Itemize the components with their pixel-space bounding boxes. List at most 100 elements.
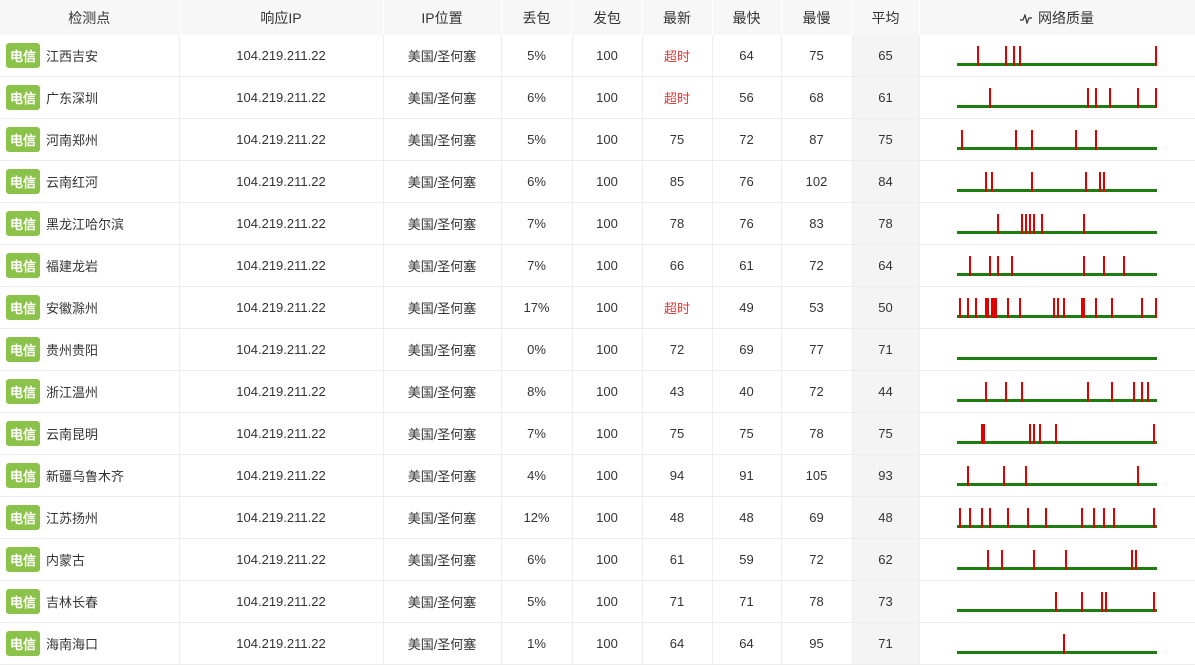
sent-cell: 100 xyxy=(572,328,643,371)
loss-spike xyxy=(987,549,989,570)
table-header-row: 检测点 响应IP IP位置 丢包 发包 最新 最快 最慢 平均 网络质量 xyxy=(0,0,1195,35)
avg-cell: 62 xyxy=(852,538,920,581)
loss-spike xyxy=(1063,297,1065,318)
header-slowest[interactable]: 最慢 xyxy=(781,0,853,35)
avg-cell: 65 xyxy=(852,35,920,77)
latest-cell: 61 xyxy=(642,538,713,581)
node-cell: 电信 河南郑州 xyxy=(0,118,180,161)
quality-baseline xyxy=(957,146,1157,150)
loss-spike xyxy=(1085,171,1087,192)
loss-spike xyxy=(1025,213,1027,234)
isp-badge: 电信 xyxy=(6,421,41,446)
header-quality[interactable]: 网络质量 xyxy=(919,0,1195,35)
latest-cell: 85 xyxy=(642,160,713,203)
quality-baseline xyxy=(957,272,1157,276)
node-cell: 电信 浙江温州 xyxy=(0,370,180,413)
loss-spike xyxy=(1095,87,1097,108)
slowest-cell: 75 xyxy=(781,35,853,77)
loss-spike xyxy=(1113,507,1115,528)
table-row[interactable]: 电信 广东深圳 104.219.211.22 美国/圣何塞 6% 100 超时 56 68 61 xyxy=(0,76,1195,119)
ip-cell: 104.219.211.22 xyxy=(179,35,384,77)
sent-cell: 100 xyxy=(572,118,643,161)
header-latest[interactable]: 最新 xyxy=(642,0,713,35)
table-row[interactable]: 电信 新疆乌鲁木齐 104.219.211.22 美国/圣何塞 4% 100 94 91 105… xyxy=(0,454,1195,497)
loss-spike xyxy=(997,255,999,276)
loss-spike xyxy=(1103,171,1105,192)
location-cell: 美国/圣何塞 xyxy=(383,118,502,161)
slowest-cell: 105 xyxy=(781,454,853,497)
loss-cell: 7% xyxy=(501,412,573,455)
table-row[interactable]: 电信 云南昆明 104.219.211.22 美国/圣何塞 7% 100 75 75 78 75 xyxy=(0,412,1195,455)
latest-cell: 72 xyxy=(642,328,713,371)
table-row[interactable]: 电信 黑龙江哈尔滨 104.219.211.22 美国/圣何塞 7% 100 78 76 83 7… xyxy=(0,202,1195,245)
latest-cell: 78 xyxy=(642,202,713,245)
latest-cell: 75 xyxy=(642,118,713,161)
table-row[interactable]: 电信 安徽滁州 104.219.211.22 美国/圣何塞 17% 100 超时 49 53 50 xyxy=(0,286,1195,329)
loss-cell: 8% xyxy=(501,370,573,413)
loss-spike xyxy=(959,297,961,318)
node-name: 安徽滁州 xyxy=(46,301,99,316)
loss-spike xyxy=(1081,297,1083,318)
node-cell: 电信 吉林长春 xyxy=(0,580,180,623)
table-row[interactable]: 电信 江苏扬州 104.219.211.22 美国/圣何塞 12% 100 48 48 69 48 xyxy=(0,496,1195,539)
ip-cell: 104.219.211.22 xyxy=(179,76,384,119)
ip-cell: 104.219.211.22 xyxy=(179,328,384,371)
header-location[interactable]: IP位置 xyxy=(383,0,502,35)
quality-cell xyxy=(919,118,1195,161)
avg-cell: 64 xyxy=(852,244,920,287)
header-avg[interactable]: 平均 xyxy=(852,0,920,35)
fastest-cell: 75 xyxy=(712,412,782,455)
loss-spike xyxy=(1005,381,1007,402)
header-fastest[interactable]: 最快 xyxy=(712,0,782,35)
quality-cell xyxy=(919,35,1195,77)
avg-cell: 75 xyxy=(852,412,920,455)
node-cell: 电信 安徽滁州 xyxy=(0,286,180,329)
loss-spike xyxy=(1095,129,1097,150)
quality-chart xyxy=(957,87,1157,108)
table-row[interactable]: 电信 云南红河 104.219.211.22 美国/圣何塞 6% 100 85 76 102 84 xyxy=(0,160,1195,203)
fastest-cell: 61 xyxy=(712,244,782,287)
loss-spike xyxy=(1019,45,1021,66)
header-loss[interactable]: 丢包 xyxy=(501,0,573,35)
node-name: 吉林长春 xyxy=(46,595,99,610)
loss-spike xyxy=(1007,507,1009,528)
avg-cell: 44 xyxy=(852,370,920,413)
node-name: 云南昆明 xyxy=(46,427,99,442)
avg-cell: 75 xyxy=(852,118,920,161)
loss-spike xyxy=(1029,423,1031,444)
loss-spike xyxy=(1057,297,1059,318)
quality-chart xyxy=(957,129,1157,150)
loss-spike xyxy=(991,171,993,192)
table-row[interactable]: 电信 福建龙岩 104.219.211.22 美国/圣何塞 7% 100 66 61 72 64 xyxy=(0,244,1195,287)
loss-spike xyxy=(1083,297,1085,318)
loss-spike xyxy=(1055,423,1057,444)
fastest-cell: 48 xyxy=(712,496,782,539)
quality-chart xyxy=(957,591,1157,612)
fastest-cell: 59 xyxy=(712,538,782,581)
isp-badge: 电信 xyxy=(6,85,41,110)
quality-cell xyxy=(919,244,1195,287)
isp-badge: 电信 xyxy=(6,379,41,404)
ip-cell: 104.219.211.22 xyxy=(179,244,384,287)
table-row[interactable]: 电信 河南郑州 104.219.211.22 美国/圣何塞 5% 100 75 72 87 75 xyxy=(0,118,1195,161)
table-row[interactable]: 电信 内蒙古 104.219.211.22 美国/圣何塞 6% 100 61 59 72 62 xyxy=(0,538,1195,581)
loss-spike xyxy=(1065,549,1067,570)
loss-spike xyxy=(1147,381,1149,402)
loss-spike xyxy=(1055,591,1057,612)
loss-spike xyxy=(1153,507,1155,528)
table-row[interactable]: 电信 贵州贵阳 104.219.211.22 美国/圣何塞 0% 100 72 69 77 71 xyxy=(0,328,1195,371)
sent-cell: 100 xyxy=(572,35,643,77)
header-node[interactable]: 检测点 xyxy=(0,0,180,35)
loss-spike xyxy=(969,255,971,276)
quality-baseline xyxy=(957,230,1157,234)
table-row[interactable]: 电信 吉林长春 104.219.211.22 美国/圣何塞 5% 100 71 71 78 73 xyxy=(0,580,1195,623)
loss-spike xyxy=(1155,297,1157,318)
node-name: 江苏扬州 xyxy=(46,511,99,526)
isp-badge: 电信 xyxy=(6,505,41,530)
header-sent[interactable]: 发包 xyxy=(572,0,643,35)
table-row[interactable]: 电信 江西吉安 104.219.211.22 美国/圣何塞 5% 100 超时 64 75 65 xyxy=(0,35,1195,77)
loss-spike xyxy=(1101,591,1103,612)
table-row[interactable]: 电信 浙江温州 104.219.211.22 美国/圣何塞 8% 100 43 40 72 44 xyxy=(0,370,1195,413)
table-row[interactable]: 电信 海南海口 104.219.211.22 美国/圣何塞 1% 100 64 64 95 71 xyxy=(0,622,1195,665)
header-ip[interactable]: 响应IP xyxy=(179,0,384,35)
